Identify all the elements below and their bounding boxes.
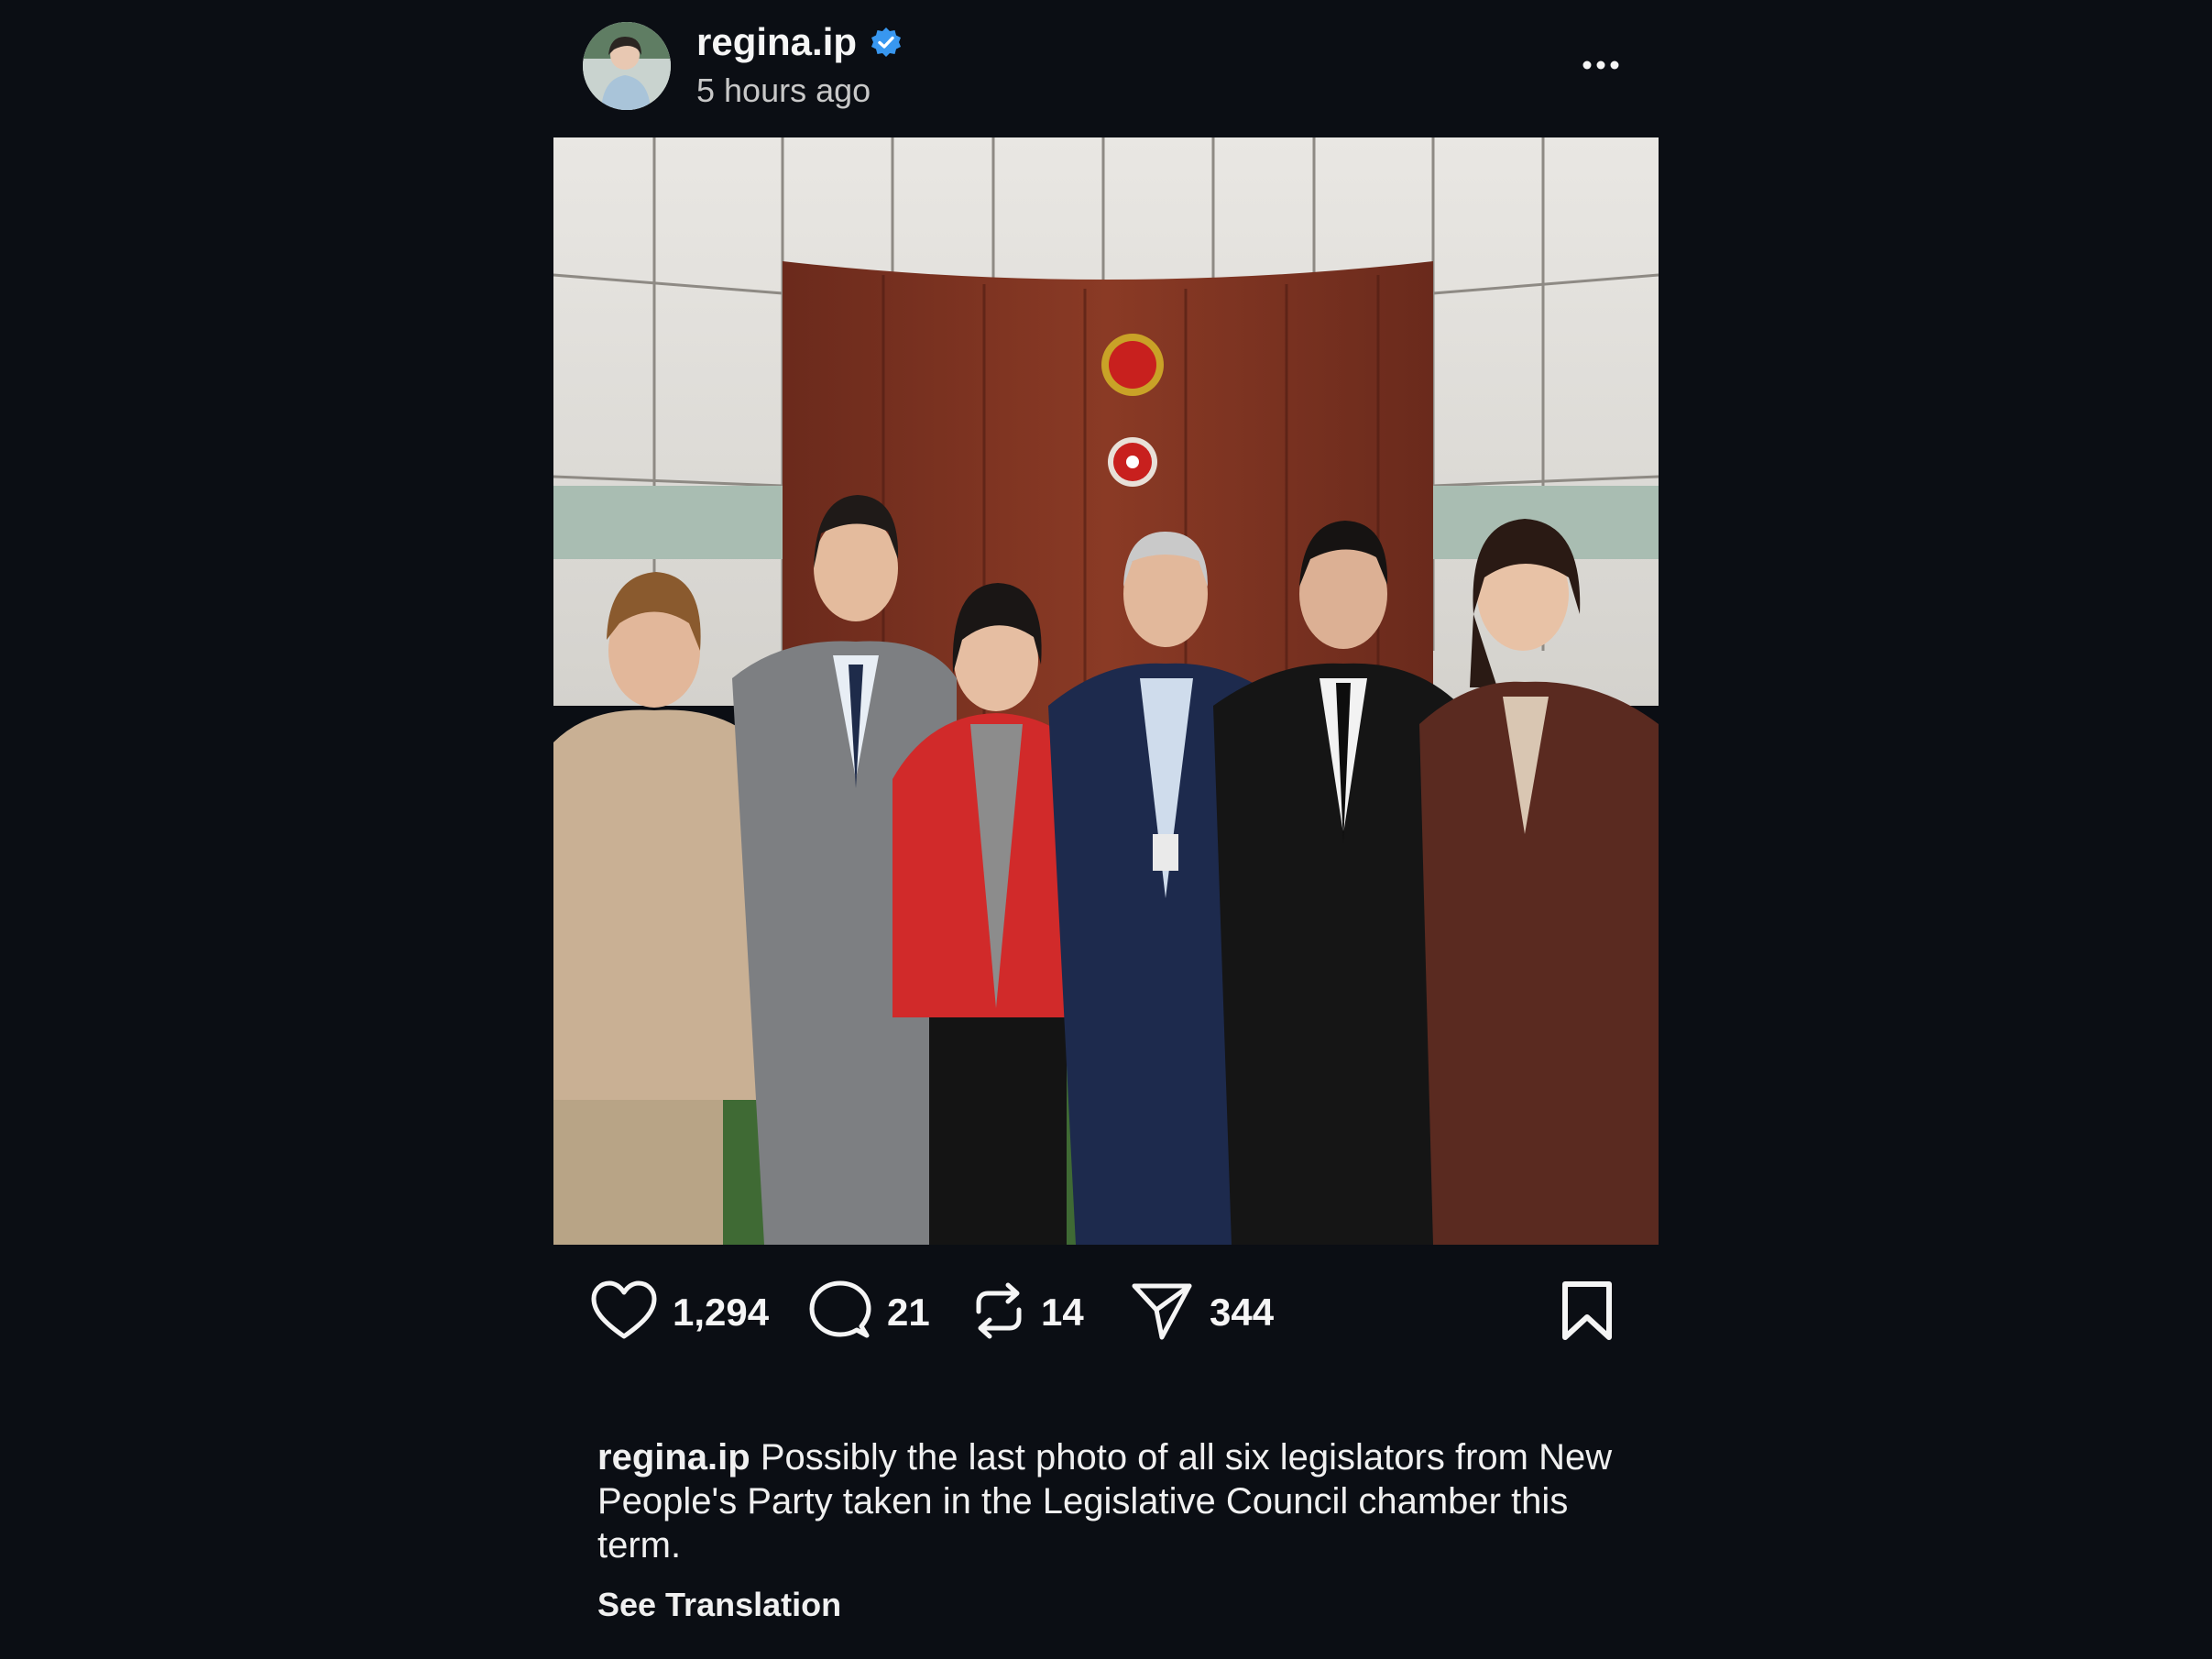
post-timestamp: 5 hours ago [696,71,871,109]
see-translation-link[interactable]: See Translation [597,1586,841,1624]
like-button[interactable]: 1,294 [590,1276,769,1349]
more-options-icon[interactable] [1571,42,1631,88]
repost-count: 14 [1041,1291,1084,1334]
share-icon [1129,1279,1195,1347]
share-button[interactable]: 344 [1129,1276,1274,1349]
comment-button[interactable]: 21 [808,1276,930,1349]
caption-username[interactable]: regina.ip [597,1437,750,1478]
repost-icon [971,1279,1026,1347]
username-row: regina.ip [696,20,903,64]
repost-button[interactable]: 14 [971,1276,1084,1349]
username[interactable]: regina.ip [696,20,857,64]
post-actions: 1,294 21 14 344 [553,1276,1659,1349]
post-photo[interactable] [553,137,1659,1245]
bookmark-button[interactable] [1560,1276,1615,1349]
comment-icon [808,1279,872,1347]
share-count: 344 [1210,1291,1275,1334]
like-count: 1,294 [673,1291,770,1334]
post-caption: regina.ip Possibly the last photo of all… [597,1435,1615,1567]
post: regina.ip 5 hours ago 1,294 21 14 344 re… [553,0,1659,1659]
post-header: regina.ip 5 hours ago [553,0,1659,137]
heart-icon [590,1280,658,1346]
avatar[interactable] [583,22,671,110]
verified-badge-icon [870,26,903,59]
comment-count: 21 [887,1291,930,1334]
caption-text: Possibly the last photo of all six legis… [597,1437,1613,1566]
bookmark-icon [1560,1279,1615,1347]
